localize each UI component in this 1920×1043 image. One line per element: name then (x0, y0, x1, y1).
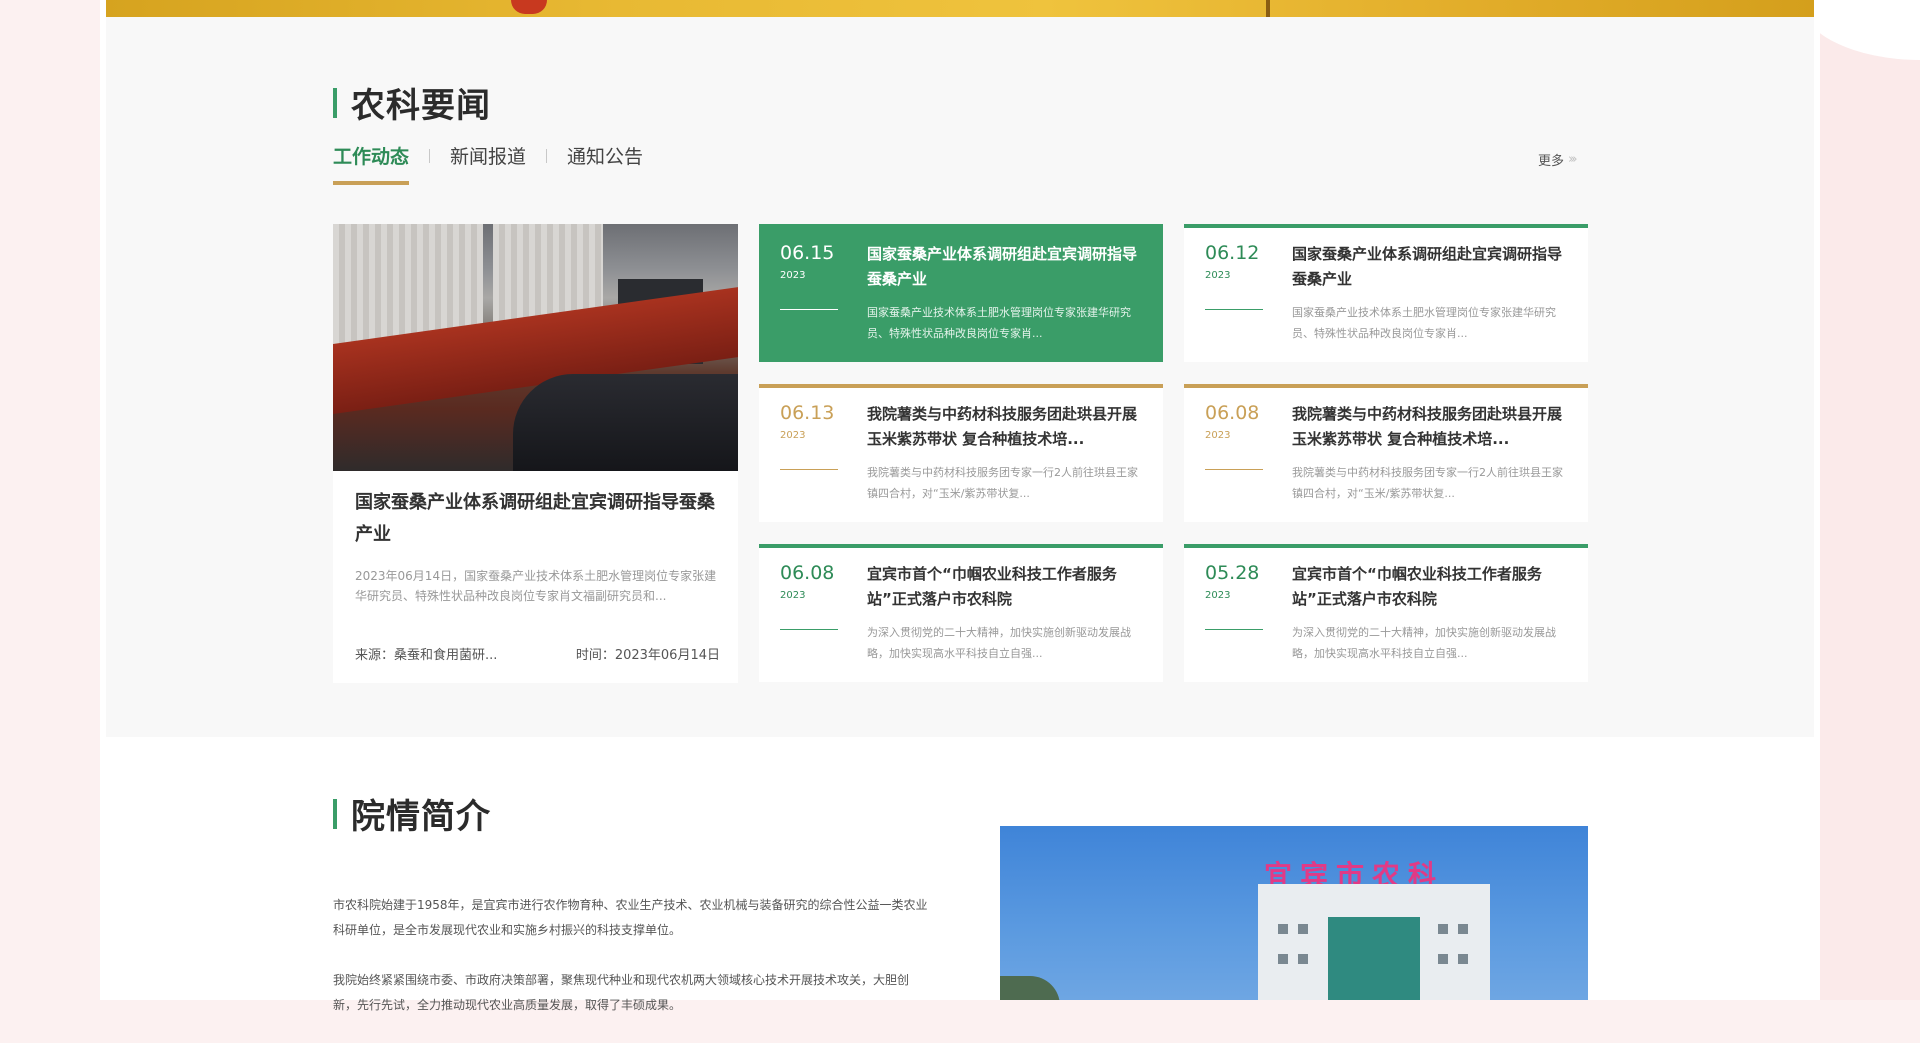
more-link-label: 更多 (1538, 154, 1565, 169)
intro-section-title: 院情简介 (333, 789, 491, 838)
news-card[interactable]: 06.08 2023 宜宾市首个“巾帼农业科技工作者服务站”正式落户市农科院 为… (759, 544, 1163, 682)
featured-news-image[interactable] (333, 224, 738, 471)
news-card-year: 2023 (780, 590, 806, 601)
intro-section-title-text: 院情简介 (351, 797, 491, 837)
image-tree (1000, 976, 1060, 1000)
news-card-divider (1205, 309, 1263, 310)
title-accent-bar (333, 87, 337, 118)
news-card-year: 2023 (1205, 270, 1231, 281)
news-card-summary: 为深入贯彻党的二十大精神，加快实施创新驱动发展战略，加快实现高水平科技自立自强.… (867, 626, 1131, 660)
tab-divider (429, 148, 431, 163)
image-window (1458, 924, 1468, 934)
image-building-entrance (1328, 917, 1420, 1000)
news-section-title: 农科要闻 (333, 78, 491, 127)
tab-work-news[interactable]: 工作动态 (333, 142, 410, 185)
news-card-summary: 国家蚕桑产业技术体系土肥水管理岗位专家张建华研究员、特殊性状品种改良岗位专家肖.… (1292, 306, 1556, 340)
news-card[interactable]: 06.13 2023 我院薯类与中药材科技服务团赴珙县开展玉米紫苏带状 复合种植… (759, 384, 1163, 522)
news-card-title[interactable]: 宜宾市首个“巾帼农业科技工作者服务站”正式落户市农科院 (1292, 562, 1572, 612)
news-card[interactable]: 06.08 2023 我院薯类与中药材科技服务团赴珙县开展玉米紫苏带状 复合种植… (1184, 384, 1588, 522)
intro-paragraph: 我院始终紧紧围绕市委、市政府决策部署，聚焦现代种业和现代农机两大领域核心技术开展… (333, 973, 910, 1012)
image-building (1258, 884, 1490, 1000)
news-card-summary: 我院薯类与中药材科技服务团专家一行2人前往珙县王家镇四合村，对“玉米/紫苏带状复… (1292, 466, 1563, 500)
news-tabs: 工作动态 新闻报道 通知公告 (333, 142, 643, 185)
featured-news-time: 时间：2023年06月14日 (575, 648, 720, 663)
tab-notices[interactable]: 通知公告 (567, 142, 643, 185)
banner-decoration (511, 0, 547, 14)
featured-news-title[interactable]: 国家蚕桑产业体系调研组赴宜宾调研指导蚕桑产业 (355, 487, 720, 551)
news-card-date: 05.28 (1205, 562, 1260, 584)
tab-news-reports[interactable]: 新闻报道 (450, 142, 526, 185)
news-card-summary: 我院薯类与中药材科技服务团专家一行2人前往珙县王家镇四合村，对“玉米/紫苏带状复… (867, 466, 1138, 500)
banner-image-bottom (106, 0, 1814, 17)
image-attendees (513, 374, 738, 471)
news-card-title[interactable]: 国家蚕桑产业体系调研组赴宜宾调研指导蚕桑产业 (867, 242, 1147, 292)
image-window (1278, 924, 1288, 934)
news-card-date: 06.15 (780, 242, 835, 264)
news-card-year: 2023 (780, 430, 806, 441)
institute-building-image: 宜宾市农科院 (1000, 826, 1588, 1000)
image-window (1298, 924, 1308, 934)
news-section-title-text: 农科要闻 (351, 86, 491, 126)
news-card-title[interactable]: 我院薯类与中药材科技服务团赴珙县开展玉米紫苏带状 复合种植技术培... (1292, 402, 1572, 452)
tab-divider (546, 148, 548, 163)
news-card-title[interactable]: 宜宾市首个“巾帼农业科技工作者服务站”正式落户市农科院 (867, 562, 1147, 612)
featured-news-source: 来源：桑蚕和食用菌研... (355, 648, 498, 663)
news-card-date: 06.08 (1205, 402, 1260, 424)
news-card-summary: 国家蚕桑产业技术体系土肥水管理岗位专家张建华研究员、特殊性状品种改良岗位专家肖.… (867, 306, 1131, 340)
intro-text: 市农科院始建于1958年，是宜宾市进行农作物育种、农业生产技术、农业机械与装备研… (333, 893, 928, 1043)
news-card-divider (780, 469, 838, 470)
image-window (1438, 924, 1448, 934)
image-window (1458, 954, 1468, 964)
news-card[interactable]: 06.12 2023 国家蚕桑产业体系调研组赴宜宾调研指导蚕桑产业 国家蚕桑产业… (1184, 224, 1588, 362)
double-chevron-right-icon: ››› (1568, 152, 1577, 167)
news-card-divider (1205, 629, 1263, 630)
news-card-year: 2023 (780, 270, 806, 281)
news-card-date: 06.12 (1205, 242, 1260, 264)
image-window (1278, 954, 1288, 964)
image-window (1438, 954, 1448, 964)
news-card-year: 2023 (1205, 430, 1231, 441)
news-card-year: 2023 (1205, 590, 1231, 601)
news-card-title[interactable]: 国家蚕桑产业体系调研组赴宜宾调研指导蚕桑产业 (1292, 242, 1572, 292)
news-card-divider (1205, 469, 1263, 470)
more-link[interactable]: 更多 ››› (1538, 150, 1577, 169)
news-card-divider (780, 629, 838, 630)
intro-paragraph: 市农科院始建于1958年，是宜宾市进行农作物育种、农业生产技术、农业机械与装备研… (333, 898, 928, 937)
title-accent-bar (333, 798, 337, 829)
news-card-date: 06.08 (780, 562, 835, 584)
news-card-title[interactable]: 我院薯类与中药材科技服务团赴珙县开展玉米紫苏带状 复合种植技术培... (867, 402, 1147, 452)
news-card[interactable]: 06.15 2023 国家蚕桑产业体系调研组赴宜宾调研指导蚕桑产业 国家蚕桑产业… (759, 224, 1163, 362)
news-card[interactable]: 05.28 2023 宜宾市首个“巾帼农业科技工作者服务站”正式落户市农科院 为… (1184, 544, 1588, 682)
news-card-summary: 为深入贯彻党的二十大精神，加快实施创新驱动发展战略，加快实现高水平科技自立自强.… (1292, 626, 1556, 660)
image-window (1298, 954, 1308, 964)
banner-decoration-post (1266, 0, 1270, 17)
news-card-date: 06.13 (780, 402, 835, 424)
featured-news-meta: 来源：桑蚕和食用菌研... 时间：2023年06月14日 (355, 644, 720, 663)
news-card-divider (780, 309, 838, 310)
featured-news-card[interactable]: 国家蚕桑产业体系调研组赴宜宾调研指导蚕桑产业 2023年06月14日，国家蚕桑产… (333, 224, 738, 683)
featured-news-summary: 2023年06月14日，国家蚕桑产业技术体系土肥水管理岗位专家张建华研究员、特殊… (355, 569, 717, 603)
